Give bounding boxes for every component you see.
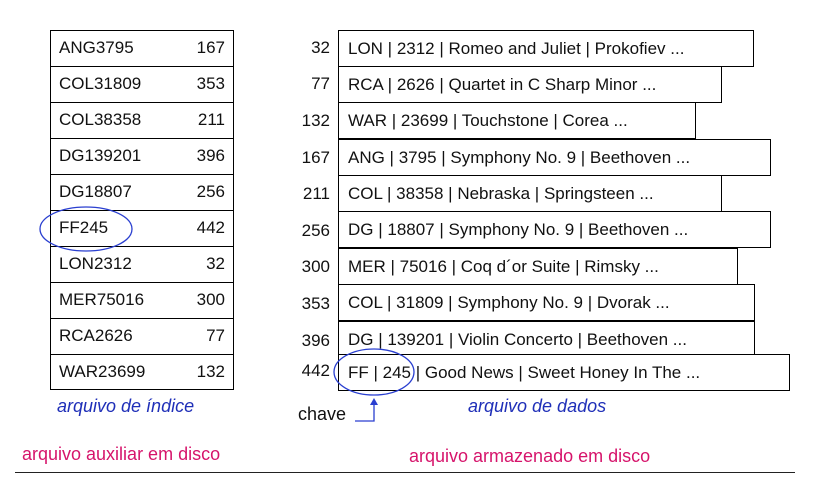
index-key: WAR23699	[59, 362, 146, 381]
index-address: 211	[197, 110, 225, 129]
index-key: MER75016	[59, 290, 145, 309]
index-key: COL31809	[59, 74, 142, 93]
index-address: 300	[196, 290, 225, 309]
index-row: COL31809 353	[51, 67, 233, 103]
index-row: WAR23699 132	[51, 355, 233, 391]
data-record: WAR | 23699 | Touchstone | Corea ...	[338, 102, 696, 139]
index-key: LON2312	[59, 254, 132, 273]
index-file-table: ANG3795 167 COL31809 353 COL38358 211 DG…	[50, 30, 234, 390]
index-key: RCA2626	[59, 326, 133, 345]
data-address: 32	[311, 38, 330, 57]
index-row: COL38358 211	[51, 103, 233, 139]
data-record: RCA | 2626 | Quartet in C Sharp Minor ..…	[338, 66, 722, 103]
data-address: 442	[301, 361, 330, 380]
index-row: LON2312 32	[51, 247, 233, 283]
data-address: 211	[302, 184, 330, 203]
data-address: 353	[301, 294, 330, 313]
index-row: FF245 442	[51, 211, 233, 247]
data-address: 132	[301, 111, 330, 130]
index-address: 256	[196, 182, 225, 201]
footer-right-caption: arquivo armazenado em disco	[409, 446, 651, 466]
index-address: 32	[206, 254, 225, 273]
data-record: MER | 75016 | Coq d´or Suite | Rimsky ..…	[338, 248, 738, 285]
index-address: 396	[196, 146, 225, 165]
data-record: DG | 139201 | Violin Concerto | Beethove…	[338, 321, 755, 358]
index-address: 167	[196, 38, 225, 57]
index-address: 77	[206, 326, 225, 345]
index-key: FF245	[59, 218, 109, 237]
data-address: 256	[301, 221, 330, 240]
index-row: DG18807 256	[51, 175, 233, 211]
key-pointer-line	[355, 403, 375, 422]
index-address: 132	[196, 362, 225, 381]
index-row: DG139201 396	[51, 139, 233, 175]
index-row: RCA2626 77	[51, 319, 233, 355]
data-record: COL | 38358 | Nebraska | Springsteen ...	[338, 175, 722, 212]
index-key: DG18807	[59, 182, 132, 201]
index-row: ANG3795 167	[51, 31, 233, 67]
index-key: DG139201	[59, 146, 142, 165]
key-arrowhead-icon	[370, 398, 378, 405]
index-key: COL38358	[59, 110, 142, 129]
bottom-divider	[15, 472, 795, 473]
key-label: chave	[298, 404, 347, 424]
data-address: 77	[311, 74, 330, 93]
data-record: DG | 18807 | Symphony No. 9 | Beethoven …	[338, 211, 771, 248]
index-file-caption: arquivo de índice	[57, 396, 195, 416]
data-address: 167	[301, 148, 330, 167]
data-file-caption: arquivo de dados	[468, 396, 607, 416]
data-address: 300	[301, 257, 330, 276]
data-record: LON | 2312 | Romeo and Juliet | Prokofie…	[338, 30, 754, 67]
index-address: 353	[196, 74, 225, 93]
data-record: ANG | 3795 | Symphony No. 9 | Beethoven …	[338, 139, 771, 176]
index-key: ANG3795	[59, 38, 134, 57]
data-record: FF | 245 | Good News | Sweet Honey In Th…	[338, 354, 790, 391]
footer-left-caption: arquivo auxiliar em disco	[22, 444, 221, 464]
data-address: 396	[301, 331, 330, 350]
index-row: MER75016 300	[51, 283, 233, 319]
index-address: 442	[196, 218, 225, 237]
data-record: COL | 31809 | Symphony No. 9 | Dvorak ..…	[338, 284, 755, 321]
